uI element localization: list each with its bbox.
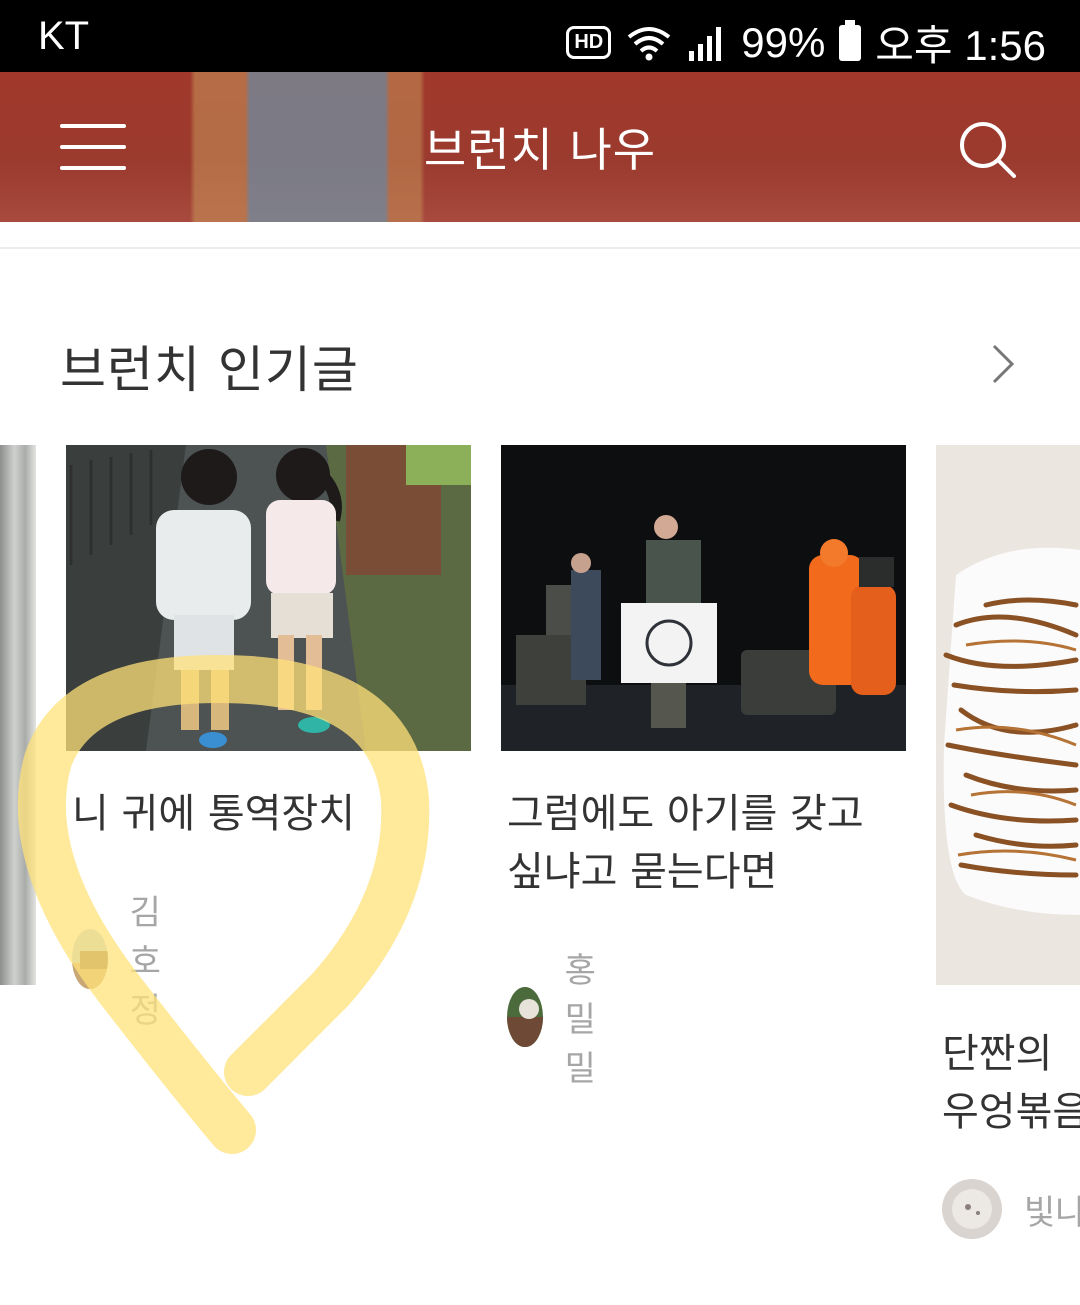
author-avatar [507, 986, 543, 1047]
article-author[interactable]: 김호정 [72, 885, 185, 1032]
author-avatar [72, 928, 108, 989]
carrier-label: KT [38, 14, 90, 58]
search-icon[interactable] [958, 120, 1018, 180]
article-author[interactable]: 홍밀밀 [507, 943, 620, 1090]
chevron-right-icon[interactable] [988, 342, 1018, 386]
app-title: 브런치 나우 [423, 123, 657, 177]
article-title-line: 그럼에도 아기를 갖고 [507, 791, 864, 837]
app-header: 브런치 나우 [0, 72, 1080, 222]
clock: 오후 1:56 [875, 22, 1046, 69]
article-thumbnail [501, 445, 906, 751]
author-avatar [942, 1179, 1002, 1239]
hd-voice-icon: HD [566, 26, 612, 59]
battery-icon [839, 19, 862, 61]
article-author[interactable]: 빛나 [942, 1179, 1080, 1239]
article-thumbnail [66, 445, 471, 751]
signal-icon [689, 26, 722, 61]
article-title[interactable]: 단짠의 우엉볶음 [942, 1025, 1080, 1141]
article-title-line: 우엉볶음 [942, 1089, 1080, 1135]
wifi-icon [627, 26, 671, 60]
section-title: 브런치 인기글 [60, 341, 359, 399]
article-thumbnail [936, 445, 1080, 985]
header-divider [0, 247, 1080, 249]
author-name: 김호정 [129, 893, 161, 1031]
author-name: 빛나 [1024, 1192, 1080, 1233]
status-indicators: HD 99% 오후 1:56 [566, 12, 1046, 73]
article-title-line: 싶냐고 묻는다면 [507, 849, 778, 895]
author-name: 홍밀밀 [564, 951, 596, 1089]
article-title-line: 단짠의 [942, 1031, 1053, 1077]
article-title[interactable]: 그럼에도 아기를 갖고 싶냐고 묻는다면 [507, 785, 907, 901]
battery-percent: 99% [741, 18, 826, 66]
article-title[interactable]: 니 귀에 통역장치 [72, 785, 472, 843]
previous-card-peek[interactable] [0, 445, 36, 985]
status-bar: KT HD 99% 오후 1:56 [0, 0, 1080, 72]
